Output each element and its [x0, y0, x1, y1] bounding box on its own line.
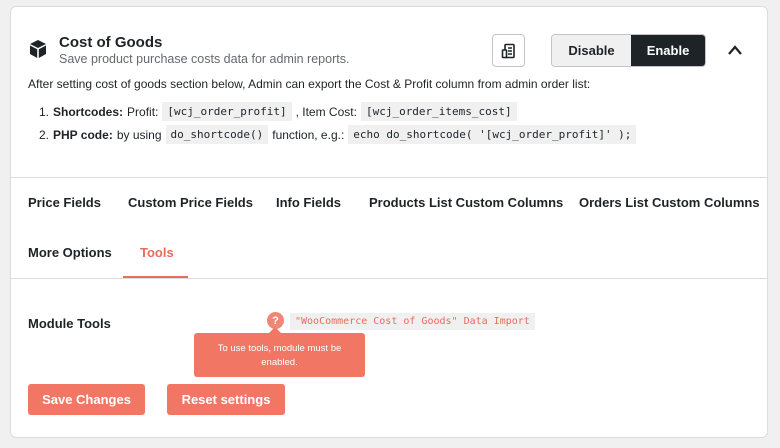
php-function: do_shortcode()	[165, 125, 269, 144]
tab-price-fields[interactable]: Price Fields	[28, 195, 101, 210]
module-header: Cost of Goods Save product purchase cost…	[11, 7, 767, 175]
list-number: 2.	[39, 127, 50, 142]
cube-icon	[30, 40, 46, 58]
module-toggle: Disable Enable	[551, 34, 706, 67]
shortcode-profit: [wcj_order_profit]	[162, 102, 292, 121]
enable-button[interactable]: Enable	[631, 35, 705, 66]
usage-list: 1. Shortcodes: Profit: [wcj_order_profit…	[39, 100, 640, 146]
shortcode-items-cost: [wcj_order_items_cost]	[360, 102, 517, 121]
list-bold: Shortcodes:	[53, 104, 124, 119]
module-tools-label: Module Tools	[28, 316, 111, 331]
module-description: After setting cost of goods section belo…	[28, 77, 591, 91]
tab-more-options[interactable]: More Options	[28, 245, 112, 260]
list-text: by using	[116, 127, 162, 142]
chevron-up-icon[interactable]	[727, 43, 743, 57]
list-item: 1. Shortcodes: Profit: [wcj_order_profit…	[39, 100, 640, 123]
tab-tools[interactable]: Tools	[140, 245, 174, 260]
module-card: Cost of Goods Save product purchase cost…	[10, 6, 768, 438]
list-bold: PHP code:	[53, 127, 113, 142]
list-text: Profit:	[127, 104, 159, 119]
module-disabled-tooltip: To use tools, module must be enabled.	[194, 333, 365, 377]
disable-button[interactable]: Disable	[552, 35, 631, 66]
tabs-divider	[11, 278, 767, 279]
documentation-button[interactable]	[492, 34, 525, 67]
tab-custom-price-fields[interactable]: Custom Price Fields	[128, 195, 253, 210]
list-number: 1.	[39, 104, 50, 119]
reset-settings-button[interactable]: Reset settings	[167, 384, 285, 415]
list-text: function, e.g.:	[272, 127, 345, 142]
document-icon	[501, 43, 515, 58]
data-import-tool-link[interactable]: "WooCommerce Cost of Goods" Data Import	[290, 313, 535, 330]
tab-products-list-custom-columns[interactable]: Products List Custom Columns	[369, 195, 563, 210]
save-changes-button[interactable]: Save Changes	[28, 384, 145, 415]
module-subtitle: Save product purchase costs data for adm…	[59, 52, 350, 66]
tab-orders-list-custom-columns[interactable]: Orders List Custom Columns	[579, 195, 760, 210]
tab-info-fields[interactable]: Info Fields	[276, 195, 341, 210]
list-text: , Item Cost:	[295, 104, 357, 119]
header-divider	[11, 177, 767, 178]
list-item: 2. PHP code: by using do_shortcode() fun…	[39, 123, 640, 146]
module-title: Cost of Goods	[59, 34, 163, 51]
php-example: echo do_shortcode( '[wcj_order_profit]' …	[348, 125, 637, 144]
